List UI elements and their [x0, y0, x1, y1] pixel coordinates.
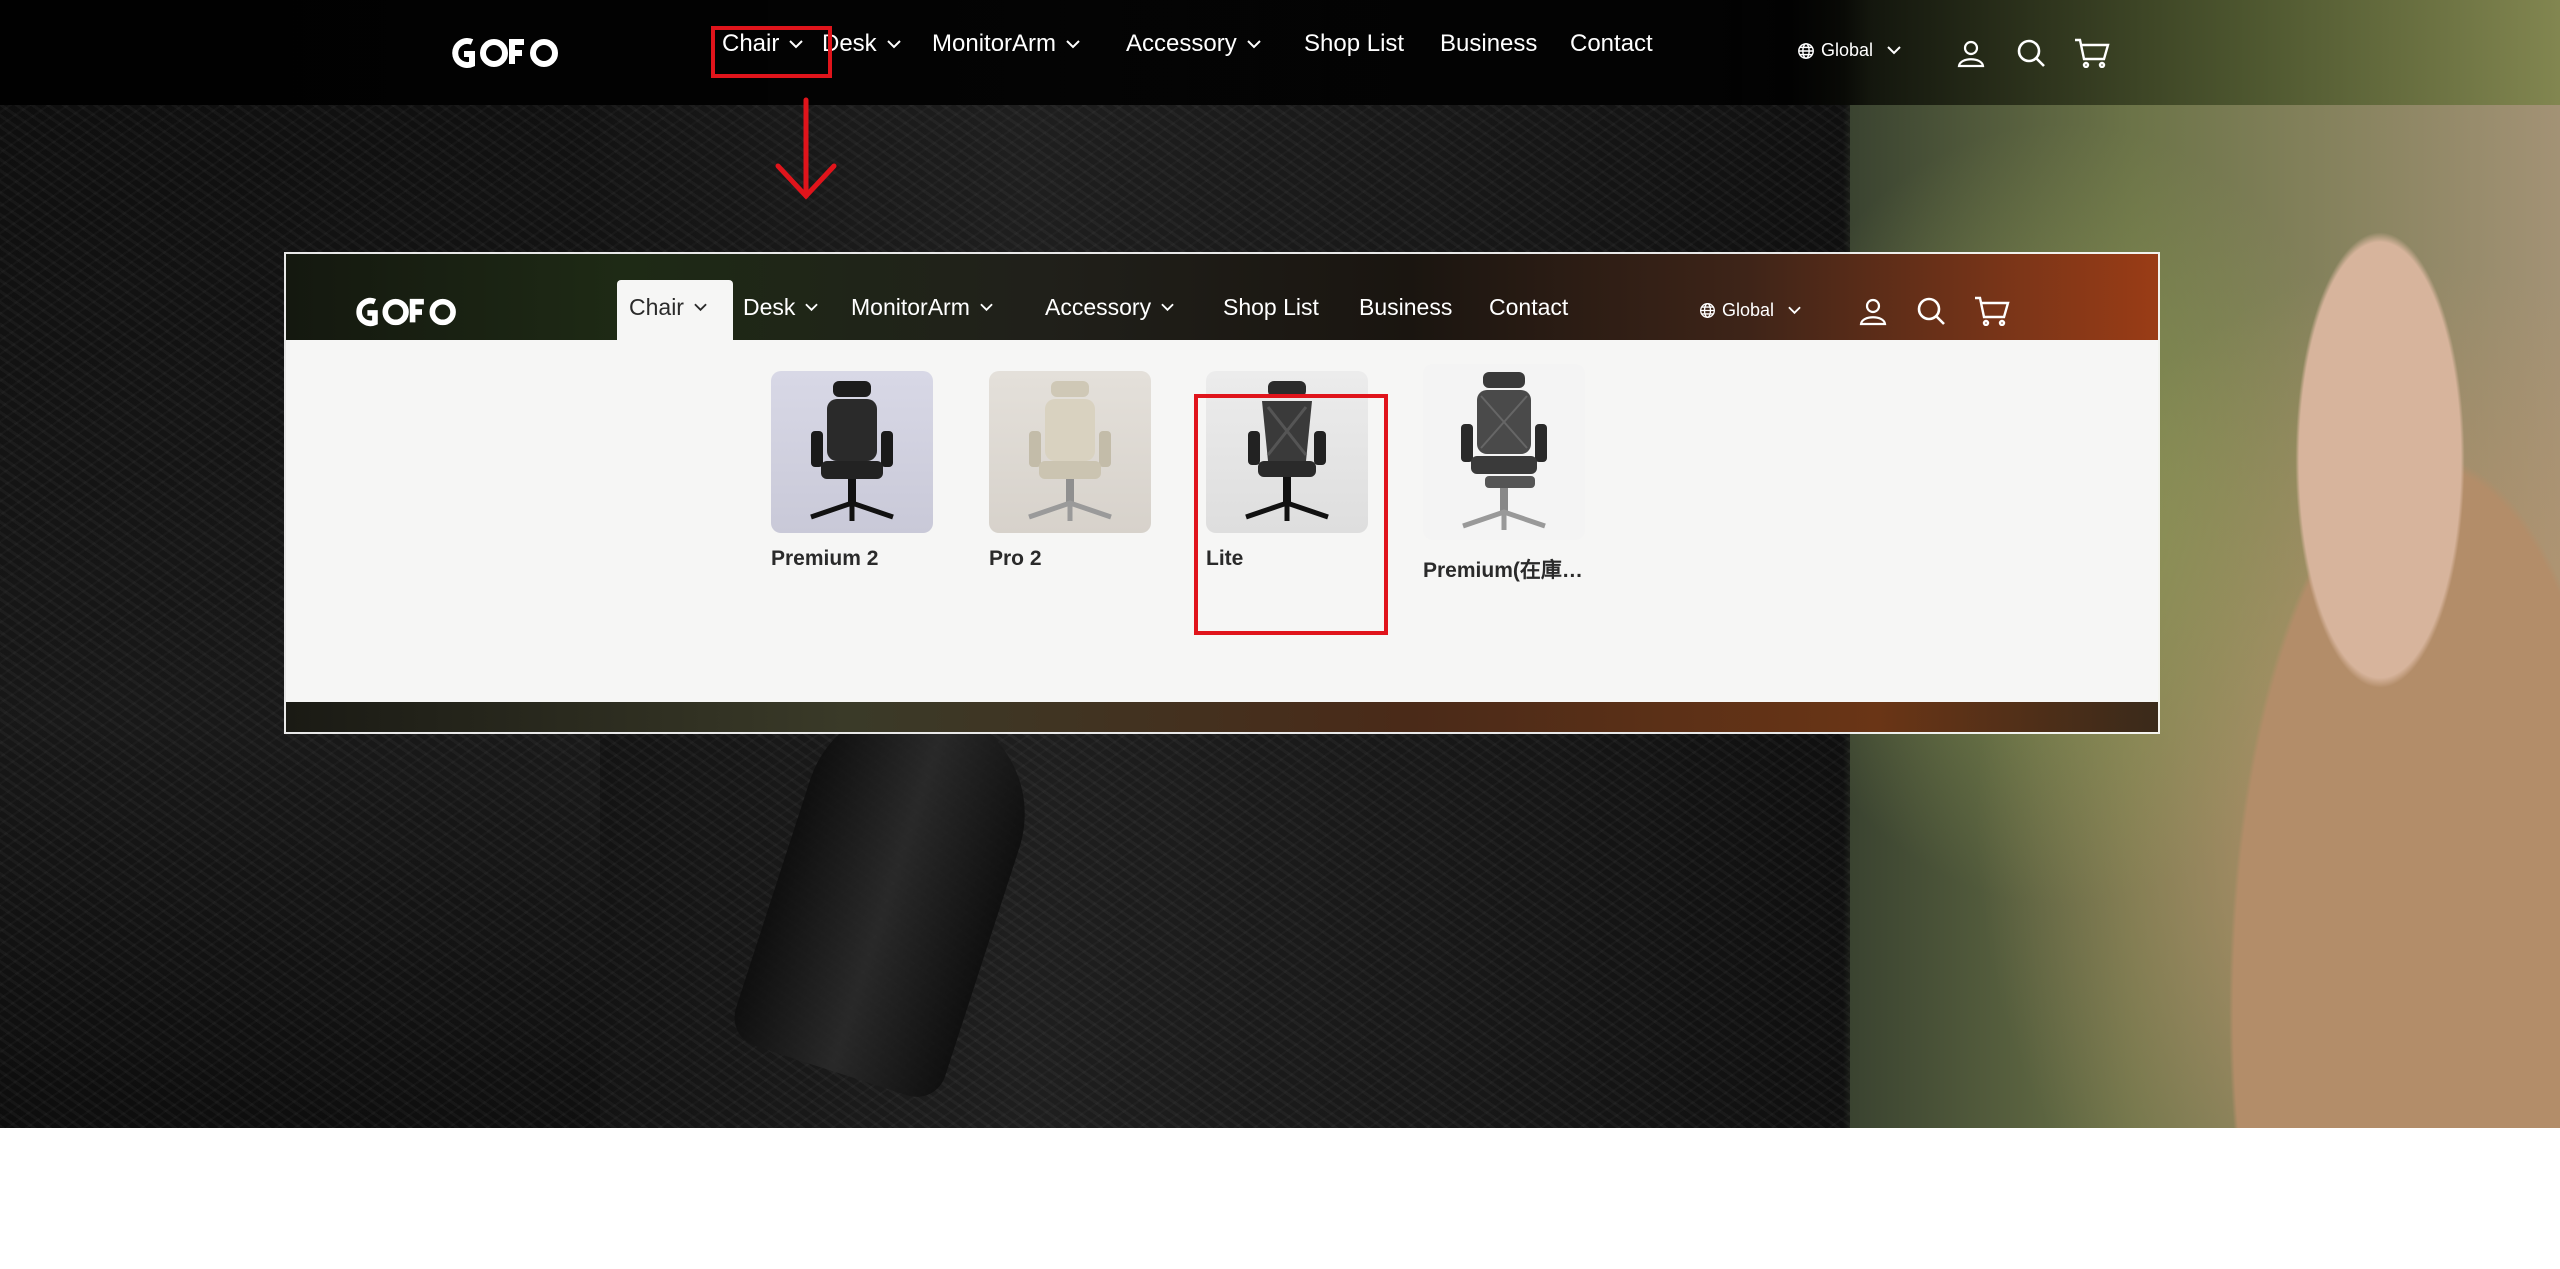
highlight-box-chair-nav	[711, 26, 832, 78]
nav-item-label: Chair	[629, 294, 684, 320]
region-label: Global	[1821, 40, 1874, 60]
nav-item-label: Shop List	[1223, 294, 1319, 320]
nav-item-label: Accessory	[1126, 30, 1237, 57]
nav-item-monitorarm[interactable]: MonitorArm	[932, 30, 1126, 58]
globe-icon	[1700, 303, 1715, 318]
office-chair-icon	[810, 381, 894, 521]
region-label: Global	[1722, 300, 1775, 320]
product-thumbnail	[989, 371, 1151, 533]
globe-icon	[1798, 42, 1814, 59]
search-icon[interactable]	[2016, 38, 2046, 72]
nav-item-monitorarm[interactable]: MonitorArm	[851, 294, 1045, 321]
product-thumbnail	[771, 371, 933, 533]
gofo-logo-icon	[356, 297, 456, 327]
account-icon[interactable]	[1956, 38, 1986, 72]
nav-item-contact[interactable]: Contact	[1489, 294, 1599, 321]
chevron-down-icon	[886, 39, 901, 48]
nav-item-accessory[interactable]: Accessory	[1126, 30, 1304, 58]
product-thumbnail	[1423, 364, 1585, 540]
search-icon[interactable]	[1916, 296, 1946, 330]
nav-item-label: Desk	[743, 294, 796, 320]
product-card-premium-footrest[interactable]: Premium(在庫…	[1423, 364, 1603, 614]
chevron-down-icon	[980, 303, 993, 312]
red-arrow-down-icon	[775, 97, 837, 200]
nav-item-label: Contact	[1570, 30, 1653, 57]
highlight-box-lite-product	[1194, 394, 1388, 635]
main-nav: Chair Desk MonitorArm Accessory Shop Lis…	[722, 30, 1680, 58]
product-name: Premium 2	[771, 547, 879, 570]
nav-item-shop-list[interactable]: Shop List	[1304, 30, 1440, 58]
product-card-pro-2[interactable]: Pro 2	[989, 371, 1159, 611]
chevron-down-icon	[1788, 306, 1801, 315]
nav-item-shop-list[interactable]: Shop List	[1223, 294, 1359, 321]
nav-item-business[interactable]: Business	[1440, 30, 1570, 58]
chevron-down-icon	[805, 303, 819, 312]
office-chair-icon	[1028, 381, 1112, 521]
nav-item-desk[interactable]: Desk	[743, 294, 851, 321]
office-chair-icon	[1461, 372, 1547, 530]
nav-item-business[interactable]: Business	[1359, 294, 1489, 321]
chevron-down-icon	[1161, 303, 1174, 312]
nav-item-contact[interactable]: Contact	[1570, 30, 1680, 58]
nav-item-chair-active[interactable]: Chair	[629, 294, 743, 321]
product-name: Pro 2	[989, 547, 1042, 570]
nav-item-accessory[interactable]: Accessory	[1045, 294, 1223, 321]
nav-item-label: Business	[1440, 30, 1538, 57]
product-card-premium-2[interactable]: Premium 2	[771, 371, 941, 611]
chevron-down-icon	[1246, 39, 1261, 48]
cart-icon[interactable]	[2074, 38, 2110, 72]
nav-item-label: Business	[1359, 294, 1453, 320]
site-header: Chair Desk MonitorArm Accessory Shop Lis…	[0, 0, 2560, 105]
chevron-down-icon	[1066, 39, 1080, 48]
inset-header: Chair Desk MonitorArm Accessory Shop Lis…	[286, 254, 2158, 340]
inset-hero-strip	[286, 702, 2158, 732]
product-name: Premium(在庫…	[1423, 559, 1583, 582]
nav-item-label: Contact	[1489, 294, 1569, 320]
brand-logo[interactable]	[352, 296, 460, 328]
nav-item-desk[interactable]: Desk	[822, 30, 932, 58]
person-silhouette	[2120, 160, 2560, 1128]
inset-main-nav: Chair Desk MonitorArm Accessory Shop Lis…	[629, 294, 1599, 321]
nav-item-label: MonitorArm	[851, 294, 970, 320]
nav-item-label: Accessory	[1045, 294, 1152, 320]
chevron-down-icon	[694, 303, 707, 312]
region-selector[interactable]: Global	[1699, 300, 1801, 321]
account-icon[interactable]	[1858, 296, 1888, 330]
nav-item-label: Shop List	[1304, 30, 1405, 57]
brand-logo[interactable]	[450, 36, 560, 70]
nav-item-label: MonitorArm	[932, 30, 1057, 57]
region-selector[interactable]: Global	[1797, 40, 1901, 61]
cart-icon[interactable]	[1974, 296, 2010, 330]
chevron-down-icon	[1887, 46, 1901, 55]
gofo-logo-icon	[452, 38, 558, 68]
